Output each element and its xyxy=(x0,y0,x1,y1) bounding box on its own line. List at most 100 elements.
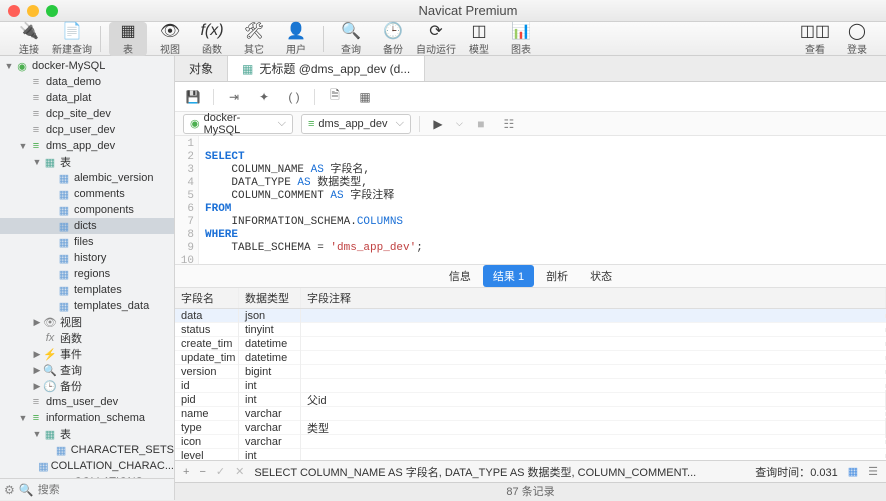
tree-node[interactable]: ▶🔍查询 xyxy=(0,362,174,378)
cell[interactable]: level xyxy=(175,448,239,461)
expand-arrow-icon[interactable]: ▼ xyxy=(18,413,28,423)
tree-node[interactable]: ≡dms_user_dev xyxy=(0,394,174,410)
toolbar-view[interactable]: 👁视图 xyxy=(151,22,189,56)
tree-node[interactable]: ▦alembic_version xyxy=(0,170,174,186)
document-tab[interactable]: 对象 xyxy=(175,56,228,81)
apply-icon[interactable]: ✓ xyxy=(216,465,225,478)
expand-arrow-icon[interactable]: ▶ xyxy=(32,381,42,392)
sql-editor[interactable]: 12345678910 SELECT COLUMN_NAME AS 字段名, D… xyxy=(175,136,886,264)
tree-node[interactable]: ▼▦表 xyxy=(0,426,174,442)
tree-node[interactable]: ▦templates xyxy=(0,282,174,298)
cell[interactable] xyxy=(301,314,886,318)
tree-node[interactable]: ≡dcp_user_dev xyxy=(0,122,174,138)
code-area[interactable]: SELECT COLUMN_NAME AS 字段名, DATA_TYPE AS … xyxy=(199,136,886,264)
tree-node[interactable]: ≡dcp_site_dev xyxy=(0,106,174,122)
format-icon[interactable]: ✦ xyxy=(254,87,274,107)
tree-node[interactable]: fx函数 xyxy=(0,330,174,346)
expand-arrow-icon[interactable]: ▶ xyxy=(32,349,42,360)
close-window[interactable] xyxy=(8,5,20,17)
toolbar-panels[interactable]: ◫◫查看 xyxy=(796,22,834,56)
expand-arrow-icon[interactable]: ▼ xyxy=(32,429,42,439)
tree-node[interactable]: ▼◉docker-MySQL xyxy=(0,58,174,74)
tree-node[interactable]: ≡data_plat xyxy=(0,90,174,106)
main-toolbar: 🔌连接📄新建查询 ▦表👁视图f(x)函数🛠其它👤用户 🔍查询🕒备份⟳自动运行◫模型📊… xyxy=(0,22,886,56)
settings-icon[interactable]: ⚙ xyxy=(4,483,15,497)
connection-combo[interactable]: ◉ docker-MySQL ⌵ xyxy=(183,114,293,134)
result-tab[interactable]: 信息 xyxy=(439,265,481,287)
toolbar-other[interactable]: 🛠其它 xyxy=(235,22,273,56)
explain-button[interactable]: ☷ xyxy=(499,114,519,134)
cell[interactable] xyxy=(301,342,886,346)
cell[interactable] xyxy=(301,370,886,374)
connection-tree[interactable]: ▼◉docker-MySQL≡data_demo≡data_plat≡dcp_s… xyxy=(0,56,174,478)
toolbar-table[interactable]: ▦表 xyxy=(109,22,147,56)
expand-arrow-icon[interactable]: ▶ xyxy=(32,365,42,376)
tree-node[interactable]: ≡data_demo xyxy=(0,74,174,90)
expand-arrow-icon[interactable]: ▼ xyxy=(18,141,28,151)
toolbar-new-query[interactable]: 📄新建查询 xyxy=(52,22,92,56)
tree-node[interactable]: ▶🕒备份 xyxy=(0,378,174,394)
tree-node[interactable]: ▼≡dms_app_dev xyxy=(0,138,174,154)
zoom-window[interactable] xyxy=(46,5,58,17)
toolbar-chart[interactable]: 📊图表 xyxy=(502,22,540,56)
explain-icon[interactable]: 🗎 xyxy=(325,87,345,107)
tree-node[interactable]: ▦history xyxy=(0,250,174,266)
tree-node[interactable]: ▼≡information_schema xyxy=(0,410,174,426)
toolbar-user[interactable]: 👤用户 xyxy=(277,22,315,56)
toolbar-model[interactable]: ◫模型 xyxy=(460,22,498,56)
column-header[interactable]: 字段名 xyxy=(175,288,239,308)
toolbar-login[interactable]: ◯登录 xyxy=(838,22,876,56)
tree-node[interactable]: ▦templates_data xyxy=(0,298,174,314)
builder-icon[interactable]: ▦ xyxy=(355,87,375,107)
tree-node[interactable]: ▦COLLATION_CHARAC... xyxy=(0,458,174,474)
cell[interactable] xyxy=(301,384,886,388)
cell[interactable] xyxy=(301,356,886,360)
toolbar-connect[interactable]: 🔌连接 xyxy=(10,22,48,56)
result-tab[interactable]: 状态 xyxy=(580,265,622,287)
cell[interactable]: int xyxy=(239,448,301,461)
cell[interactable] xyxy=(301,328,886,332)
chevron-down-icon[interactable]: ⌵ xyxy=(456,118,463,129)
tree-node[interactable]: ▦dicts xyxy=(0,218,174,234)
table-row[interactable]: levelint xyxy=(175,449,886,460)
toolbar-function[interactable]: f(x)函数 xyxy=(193,22,231,56)
expand-arrow-icon[interactable]: ▶ xyxy=(32,317,42,328)
tree-node[interactable]: ▼▦表 xyxy=(0,154,174,170)
save-icon[interactable]: 💾 xyxy=(183,87,203,107)
database-combo[interactable]: ≡ dms_app_dev ⌵ xyxy=(301,114,411,134)
add-row-icon[interactable]: + xyxy=(183,466,189,478)
toolbar-query[interactable]: 🔍查询 xyxy=(332,22,370,56)
paren-icon[interactable]: ( ) xyxy=(284,87,304,107)
expand-arrow-icon[interactable]: ▼ xyxy=(4,61,14,71)
column-header[interactable]: 字段注释 xyxy=(301,288,886,308)
document-tab[interactable]: ▦无标题 @dms_app_dev (d... xyxy=(228,56,425,81)
cell[interactable] xyxy=(301,454,886,458)
tree-node[interactable]: ▦components xyxy=(0,202,174,218)
tree-node[interactable]: ▶👁视图 xyxy=(0,314,174,330)
tree-node[interactable]: ▶⚡事件 xyxy=(0,346,174,362)
result-tab[interactable]: 剖析 xyxy=(536,265,578,287)
expand-arrow-icon[interactable]: ▼ xyxy=(32,157,42,167)
cell[interactable]: 父id xyxy=(301,390,886,410)
toolbar-backup[interactable]: 🕒备份 xyxy=(374,22,412,56)
run-button[interactable]: ▶ xyxy=(428,114,448,134)
cell[interactable] xyxy=(301,440,886,444)
cell[interactable] xyxy=(301,412,886,416)
cell[interactable]: 类型 xyxy=(301,418,886,438)
result-grid[interactable]: 字段名数据类型字段注释datajsonstatustinyintcreate_t… xyxy=(175,288,886,460)
form-view-icon[interactable]: ☰ xyxy=(868,465,878,478)
grid-view-icon[interactable]: ▦ xyxy=(848,465,858,478)
tree-node[interactable]: ▦CHARACTER_SETS xyxy=(0,442,174,458)
tree-node[interactable]: ▦regions xyxy=(0,266,174,282)
cancel-icon[interactable]: ✕ xyxy=(235,465,244,478)
toolbar-auto[interactable]: ⟳自动运行 xyxy=(416,22,456,56)
tree-node[interactable]: ▦files xyxy=(0,234,174,250)
sidebar-search-input[interactable] xyxy=(38,484,180,496)
indent-icon[interactable]: ⇥ xyxy=(224,87,244,107)
delete-row-icon[interactable]: − xyxy=(199,466,205,478)
minimize-window[interactable] xyxy=(27,5,39,17)
result-tab[interactable]: 结果 1 xyxy=(483,265,534,287)
tree-node[interactable]: ▦comments xyxy=(0,186,174,202)
column-header[interactable]: 数据类型 xyxy=(239,288,301,308)
stop-button[interactable]: ■ xyxy=(471,114,491,134)
